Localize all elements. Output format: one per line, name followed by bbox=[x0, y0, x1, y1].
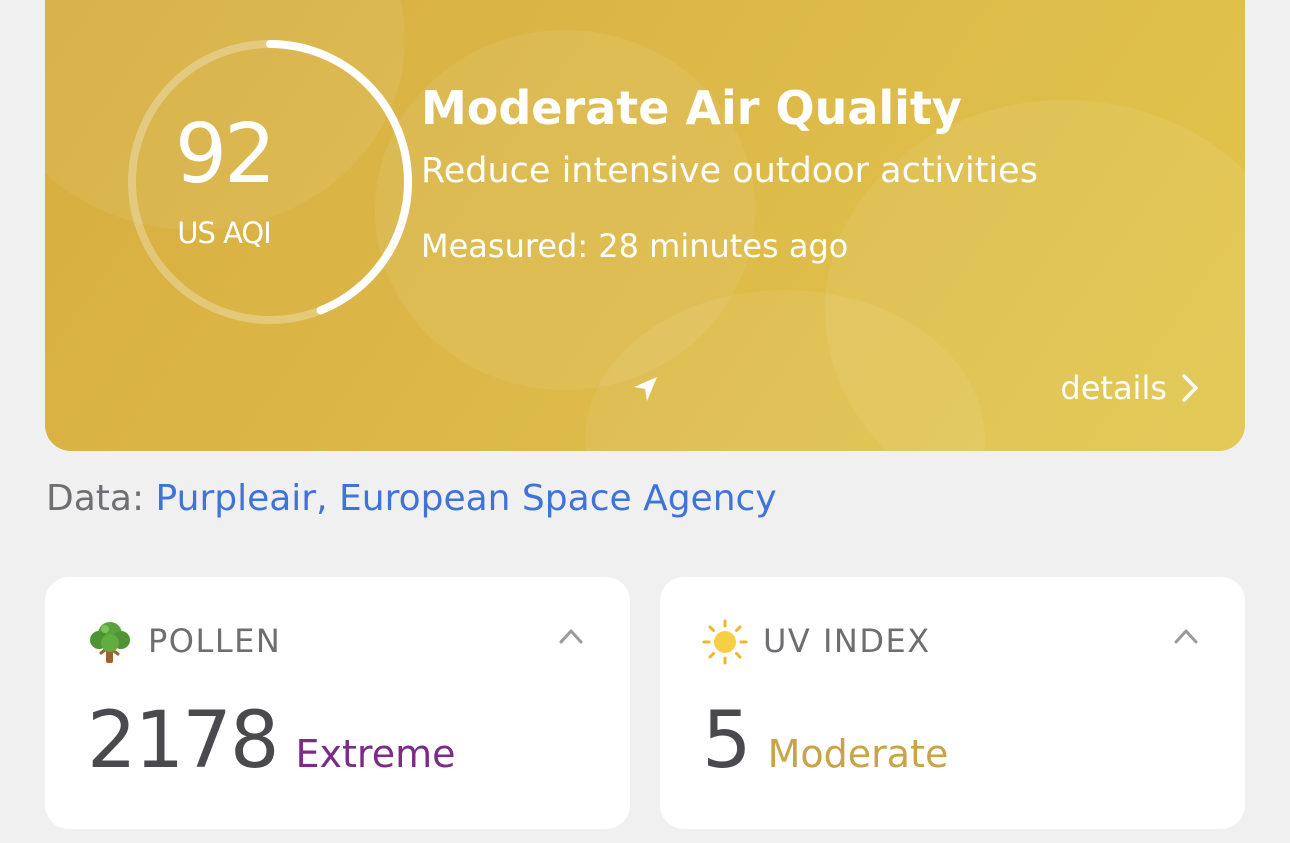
pollen-title: POLLEN bbox=[148, 622, 282, 660]
sun-icon bbox=[702, 619, 748, 665]
aqi-value: 92 bbox=[174, 107, 276, 202]
measured-timestamp: Measured: 28 minutes ago bbox=[421, 227, 849, 265]
source-link-purpleair[interactable]: Purpleair, bbox=[156, 478, 328, 519]
details-link[interactable]: details bbox=[1060, 368, 1199, 408]
pollen-value: 2178 bbox=[87, 696, 280, 786]
air-quality-card[interactable]: 92 US AQI Moderate Air Quality Reduce in… bbox=[45, 0, 1245, 451]
uv-index-title: UV INDEX bbox=[763, 622, 931, 660]
aqi-unit-label: US AQI bbox=[177, 216, 272, 250]
uv-index-value: 5 bbox=[702, 696, 752, 786]
uv-index-level: Moderate bbox=[767, 732, 949, 776]
source-link-esa[interactable]: European Space Agency bbox=[339, 478, 777, 519]
pollen-reading: 2178 Extreme bbox=[87, 697, 455, 785]
chevron-right-icon bbox=[1182, 374, 1198, 402]
uv-index-reading: 5 Moderate bbox=[702, 697, 948, 785]
tree-icon bbox=[90, 622, 130, 663]
air-quality-advice: Reduce intensive outdoor activities bbox=[421, 151, 1038, 191]
pollen-level: Extreme bbox=[295, 732, 456, 776]
details-label: details bbox=[1060, 369, 1167, 407]
chevron-up-icon[interactable] bbox=[1173, 627, 1199, 645]
uv-index-card[interactable]: UV INDEX 5 Moderate bbox=[660, 577, 1245, 829]
pollen-card[interactable]: POLLEN 2178 Extreme bbox=[45, 577, 630, 829]
data-source-prefix: Data: bbox=[46, 478, 145, 519]
air-quality-title: Moderate Air Quality bbox=[421, 81, 962, 135]
location-arrow-icon bbox=[634, 377, 657, 401]
data-source-line: Data: Purpleair, European Space Agency bbox=[46, 476, 777, 522]
chevron-up-icon[interactable] bbox=[558, 627, 584, 645]
